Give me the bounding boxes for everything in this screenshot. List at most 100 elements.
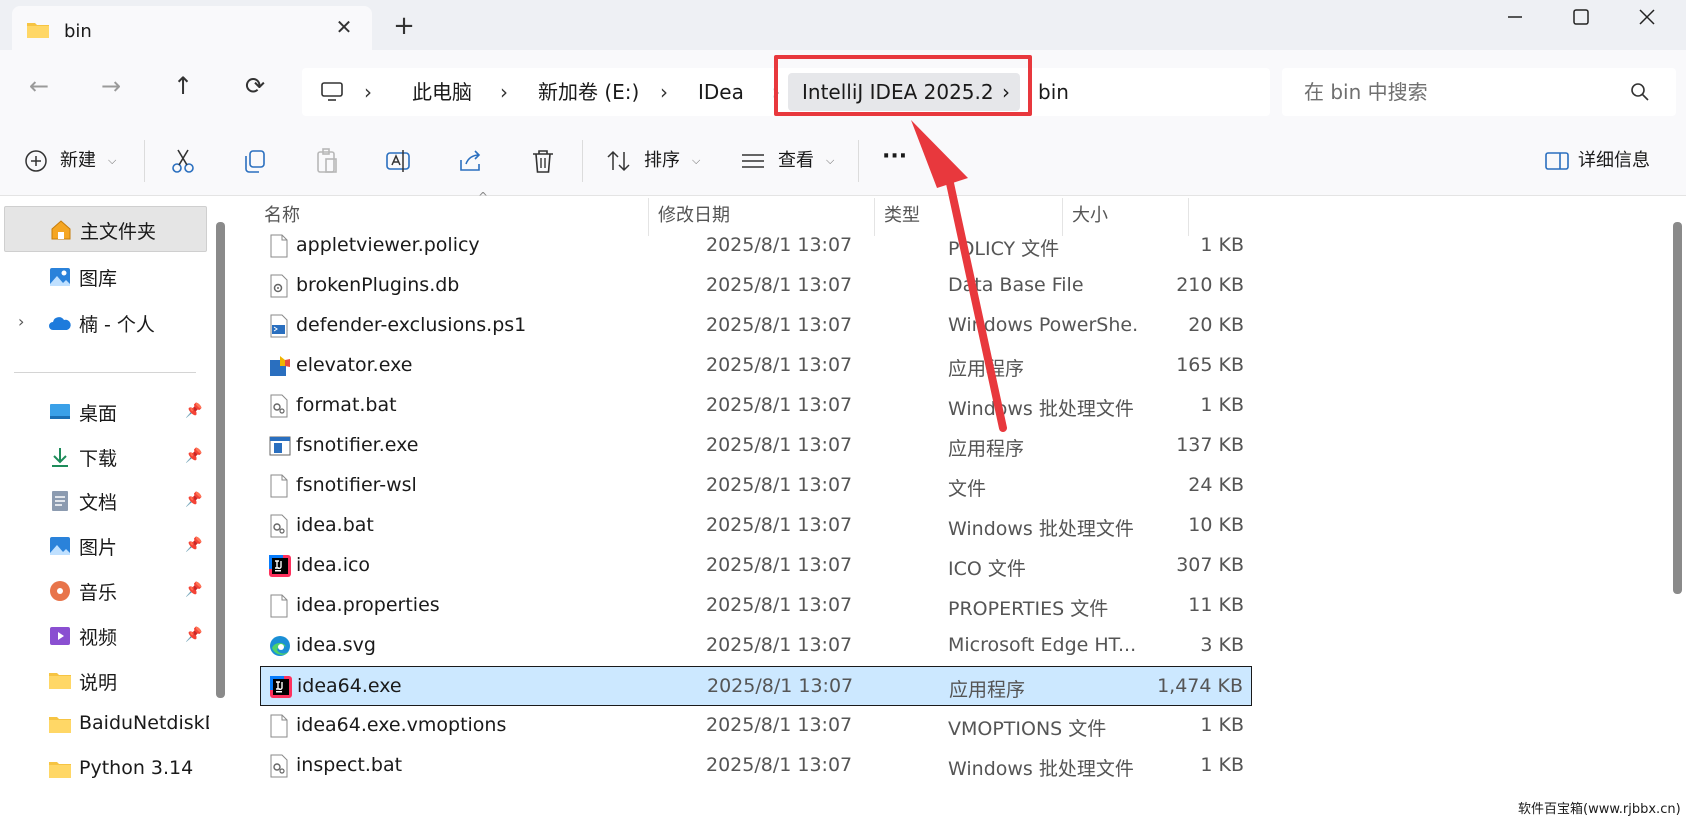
- table-row[interactable]: idea.properties 2025/8/1 13:07 PROPERTIES …: [260, 586, 1252, 626]
- sidebar-item-home[interactable]: 主文件夹: [4, 206, 207, 252]
- forward-button[interactable]: →: [96, 72, 126, 102]
- sidebar-item-pictures[interactable]: 图片 📌: [0, 523, 210, 569]
- table-row[interactable]: idea.ico 2025/8/1 13:07 ICO 文件 307 KB: [260, 546, 1252, 586]
- onedrive-icon: [48, 311, 72, 335]
- settings-file-icon: [268, 274, 292, 298]
- batch-file-icon: [268, 754, 292, 778]
- pin-icon[interactable]: 📌: [185, 448, 202, 464]
- close-window-button[interactable]: [1620, 2, 1674, 32]
- file-name: idea.properties: [296, 594, 440, 616]
- refresh-button[interactable]: ⟳: [240, 72, 270, 102]
- more-options-button[interactable]: ···: [882, 142, 907, 172]
- cut-button[interactable]: [168, 146, 198, 176]
- file-size: 10 KB: [1188, 514, 1244, 536]
- file-icon: [268, 594, 292, 618]
- file-name: fsnotifier.exe: [296, 434, 419, 456]
- details-label: 详细信息: [1578, 150, 1650, 171]
- sidebar-item-documents[interactable]: 文档 📌: [0, 478, 210, 524]
- new-tab-button[interactable]: +: [390, 13, 418, 42]
- file-size: 165 KB: [1176, 354, 1244, 376]
- watermark: 软件百宝箱(www.rjbbx.cn): [1518, 798, 1681, 817]
- file-name: appletviewer.policy: [296, 234, 480, 256]
- pin-icon[interactable]: 📌: [185, 403, 202, 419]
- sidebar-item-folder-baidu[interactable]: BaiduNetdiskD: [0, 702, 210, 748]
- file-date: 2025/8/1 13:07: [706, 354, 853, 376]
- file-list: ^ 名称 修改日期 类型 大小 appletviewer.policy 2025/…: [232, 190, 1686, 828]
- share-button[interactable]: [456, 146, 486, 176]
- view-button[interactable]: 查看 ⌵: [740, 146, 844, 176]
- file-type: Microsoft Edge HT...: [948, 634, 1137, 656]
- sort-button[interactable]: 排序 ⌵: [606, 146, 710, 176]
- paste-button[interactable]: [312, 146, 342, 176]
- breadcrumb-idea-folder[interactable]: IDea: [698, 68, 744, 116]
- table-row[interactable]: fsnotifier-wsl 2025/8/1 13:07 文件 24 KB: [260, 466, 1252, 506]
- maximize-button[interactable]: [1554, 2, 1608, 32]
- documents-icon: [48, 489, 72, 513]
- tab-bin[interactable]: bin ✕: [12, 6, 372, 50]
- file-type: VMOPTIONS 文件: [948, 718, 1107, 740]
- sidebar-item-folder-python[interactable]: Python 3.14: [0, 747, 210, 793]
- breadcrumb-bin[interactable]: bin: [1038, 68, 1069, 116]
- copy-button[interactable]: [240, 146, 270, 176]
- breadcrumb-drive-e[interactable]: 新加卷 (E:): [538, 68, 639, 116]
- pictures-icon: [48, 534, 72, 558]
- table-row[interactable]: idea64.exe.vmoptions 2025/8/1 13:07 VMOPTI…: [260, 706, 1252, 746]
- back-button[interactable]: ←: [24, 72, 54, 102]
- search-input[interactable]: [1302, 68, 1622, 116]
- elevator-app-icon: [268, 354, 292, 378]
- breadcrumb-separator-icon: ›: [500, 80, 508, 104]
- download-icon: [48, 445, 72, 469]
- edge-icon: [268, 634, 292, 658]
- delete-button[interactable]: [528, 146, 558, 176]
- close-tab-icon[interactable]: ✕: [332, 16, 356, 40]
- pin-icon[interactable]: 📌: [185, 582, 202, 598]
- details-pane-button[interactable]: 详细信息: [1544, 146, 1674, 176]
- search-icon: [1630, 82, 1650, 106]
- file-icon: [268, 234, 292, 258]
- chevron-right-icon[interactable]: ›: [18, 312, 24, 331]
- new-button[interactable]: 新建 ⌵: [24, 146, 144, 176]
- pin-icon[interactable]: 📌: [185, 627, 202, 643]
- pin-icon[interactable]: 📌: [185, 537, 202, 553]
- table-row[interactable]: idea.bat 2025/8/1 13:07 Windows 批处理文件 10 KB: [260, 506, 1252, 546]
- sidebar-item-onedrive[interactable]: › 楠 - 个人: [0, 300, 210, 346]
- table-row[interactable]: elevator.exe 2025/8/1 13:07 应用程序 165 KB: [260, 346, 1252, 386]
- file-date: 2025/8/1 13:07: [706, 754, 853, 776]
- file-size: 137 KB: [1176, 434, 1244, 456]
- sidebar-scrollbar[interactable]: [216, 222, 225, 698]
- trash-icon: [533, 150, 553, 173]
- table-row[interactable]: defender-exclusions.ps1 2025/8/1 13:07 Win…: [260, 306, 1252, 346]
- file-type: 应用程序: [948, 438, 1025, 460]
- sidebar-item-folder-shuoming[interactable]: 说明: [0, 658, 210, 704]
- divider: [14, 372, 196, 373]
- rename-button[interactable]: [384, 146, 414, 176]
- table-row[interactable]: brokenPlugins.db 2025/8/1 13:07 Data Base …: [260, 266, 1252, 306]
- sidebar-item-videos[interactable]: 视频 📌: [0, 613, 210, 659]
- breadcrumb-this-pc[interactable]: 此电脑: [412, 68, 472, 116]
- file-name: brokenPlugins.db: [296, 274, 460, 296]
- file-date: 2025/8/1 13:07: [706, 594, 853, 616]
- sidebar-item-music[interactable]: 音乐 📌: [0, 568, 210, 614]
- file-list-scrollbar[interactable]: [1673, 222, 1682, 594]
- table-row[interactable]: idea.svg 2025/8/1 13:07 Microsoft Edge HT.…: [260, 626, 1252, 666]
- sidebar-item-gallery[interactable]: 图库: [0, 254, 210, 300]
- up-button[interactable]: ↑: [168, 72, 198, 102]
- search-box[interactable]: [1282, 68, 1676, 116]
- table-row[interactable]: inspect.bat 2025/8/1 13:07 Windows 批处理文件 1 …: [260, 746, 1252, 786]
- file-type: Data Base File: [948, 274, 1084, 296]
- table-row[interactable]: appletviewer.policy 2025/8/1 13:07 POLICY …: [260, 226, 1252, 266]
- sidebar-item-downloads[interactable]: 下载 📌: [0, 434, 210, 480]
- file-icon: [268, 474, 292, 498]
- file-size: 210 KB: [1176, 274, 1244, 296]
- minimize-button[interactable]: [1488, 2, 1542, 32]
- table-row[interactable]: format.bat 2025/8/1 13:07 Windows 批处理文件 1 K…: [260, 386, 1252, 426]
- file-name: idea.ico: [296, 554, 371, 576]
- videos-icon: [48, 624, 72, 648]
- pin-icon[interactable]: 📌: [185, 492, 202, 508]
- sidebar-item-desktop[interactable]: 桌面 📌: [0, 389, 210, 435]
- table-row[interactable]: idea64.exe 2025/8/1 13:07 应用程序 1,474 KB: [260, 666, 1252, 706]
- file-size: 1 KB: [1200, 754, 1244, 776]
- table-row[interactable]: fsnotifier.exe 2025/8/1 13:07 应用程序 137 KB: [260, 426, 1252, 466]
- file-name: idea64.exe: [297, 675, 402, 697]
- file-date: 2025/8/1 13:07: [706, 274, 853, 296]
